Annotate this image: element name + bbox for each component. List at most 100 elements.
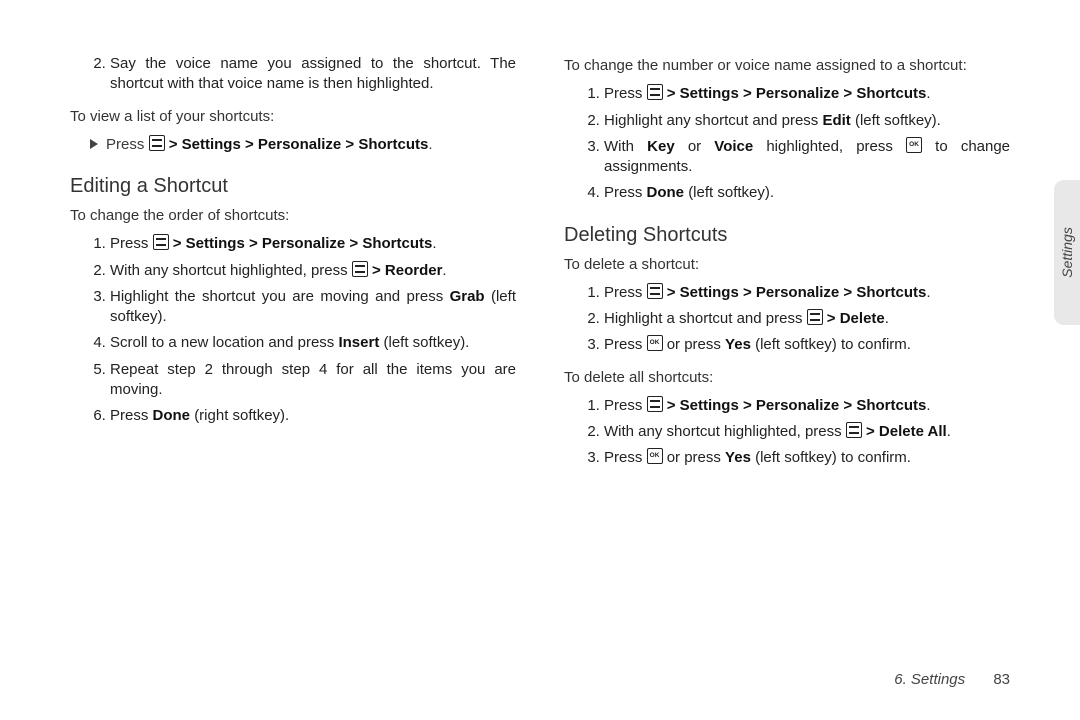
- text: Press: [604, 284, 647, 301]
- text: Press: [106, 136, 149, 153]
- right-column: To change the number or voice name assig…: [564, 50, 1010, 481]
- key-bold: Key: [647, 138, 675, 155]
- list-item: Press > Settings > Personalize > Shortcu…: [110, 234, 516, 254]
- menu-path: > Settings > Personalize > Shortcuts: [173, 235, 433, 252]
- reorder-bold: > Reorder: [372, 262, 442, 279]
- side-section-tab: Settings: [1054, 180, 1080, 325]
- delete-one-steps: Press > Settings > Personalize > Shortcu…: [564, 283, 1010, 356]
- text: .: [885, 310, 889, 327]
- bullet-text: Press > Settings > Personalize > Shortcu…: [106, 135, 433, 155]
- text: .: [428, 136, 432, 153]
- list-item: Press or press Yes (left softkey) to con…: [604, 448, 1010, 468]
- done-bold: Done: [647, 184, 685, 201]
- voice-bold: Voice: [714, 138, 753, 155]
- text: Press: [110, 235, 153, 252]
- text: highlighted, press: [766, 138, 906, 155]
- list-item: Press Done (right softkey).: [110, 406, 516, 426]
- text: With any shortcut highlighted, press: [110, 262, 352, 279]
- menu-key-icon: [807, 309, 823, 325]
- page-footer: 6. Settings 83: [894, 670, 1010, 690]
- ok-key-icon: [906, 137, 922, 153]
- text: Press: [604, 336, 647, 353]
- menu-key-icon: [846, 422, 862, 438]
- text: Highlight the shortcut you are moving an…: [110, 288, 450, 305]
- text: .: [926, 397, 930, 414]
- list-item: Repeat step 2 through step 4 for all the…: [110, 360, 516, 401]
- text: (left softkey) to confirm.: [755, 449, 911, 466]
- list-item: Press Done (left softkey).: [604, 183, 1010, 203]
- bullet-press-path: Press > Settings > Personalize > Shortcu…: [90, 135, 516, 155]
- yes-bold: Yes: [725, 449, 751, 466]
- menu-key-icon: [647, 84, 663, 100]
- text: Highlight a shortcut and press: [604, 310, 807, 327]
- list-item: Highlight any shortcut and press Edit (l…: [604, 111, 1010, 131]
- done-bold: Done: [153, 407, 191, 424]
- left-column: Say the voice name you assigned to the s…: [70, 50, 516, 481]
- text: Press: [604, 85, 647, 102]
- text: .: [947, 423, 951, 440]
- insert-bold: Insert: [338, 334, 379, 351]
- text: .: [432, 235, 436, 252]
- delete-all-bold: > Delete All: [866, 423, 947, 440]
- delete-bold: > Delete: [827, 310, 885, 327]
- delete-all-steps: Press > Settings > Personalize > Shortcu…: [564, 396, 1010, 469]
- list-item: With Key or Voice highlighted, press to …: [604, 137, 1010, 178]
- change-order-steps: Press > Settings > Personalize > Shortcu…: [70, 234, 516, 426]
- text: .: [926, 85, 930, 102]
- list-item: Press > Settings > Personalize > Shortcu…: [604, 396, 1010, 416]
- list-item: With any shortcut highlighted, press > D…: [604, 422, 1010, 442]
- text: .: [442, 262, 446, 279]
- text: With: [604, 138, 647, 155]
- two-column-layout: Say the voice name you assigned to the s…: [70, 50, 1010, 481]
- menu-path: > Settings > Personalize > Shortcuts: [667, 397, 927, 414]
- text: Press: [110, 407, 153, 424]
- change-order-lead: To change the order of shortcuts:: [70, 206, 516, 226]
- change-number-lead: To change the number or voice name assig…: [564, 56, 1010, 76]
- menu-key-icon: [352, 261, 368, 277]
- text: .: [926, 284, 930, 301]
- page-number: 83: [993, 671, 1010, 688]
- yes-bold: Yes: [725, 336, 751, 353]
- menu-key-icon: [153, 234, 169, 250]
- menu-key-icon: [647, 396, 663, 412]
- list-item: Press > Settings > Personalize > Shortcu…: [604, 283, 1010, 303]
- side-tab-label: Settings: [1058, 227, 1077, 278]
- footer-section-label: 6. Settings: [894, 671, 965, 688]
- triangle-bullet-icon: [90, 139, 98, 149]
- text: (left softkey).: [855, 112, 941, 129]
- manual-page: Say the voice name you assigned to the s…: [0, 0, 1080, 720]
- list-item: Highlight a shortcut and press > Delete.: [604, 309, 1010, 329]
- heading-deleting-shortcuts: Deleting Shortcuts: [564, 222, 1010, 249]
- menu-path: > Settings > Personalize > Shortcuts: [169, 136, 429, 153]
- text: (left softkey) to confirm.: [755, 336, 911, 353]
- text: or: [688, 138, 714, 155]
- ok-key-icon: [647, 448, 663, 464]
- grab-bold: Grab: [450, 288, 485, 305]
- list-item: Highlight the shortcut you are moving an…: [110, 287, 516, 328]
- text: (left softkey).: [688, 184, 774, 201]
- delete-all-lead: To delete all shortcuts:: [564, 368, 1010, 388]
- text: or press: [667, 336, 725, 353]
- text: Press: [604, 184, 647, 201]
- continued-list: Say the voice name you assigned to the s…: [70, 54, 516, 95]
- menu-key-icon: [647, 283, 663, 299]
- change-number-steps: Press > Settings > Personalize > Shortcu…: [564, 84, 1010, 203]
- text: Press: [604, 397, 647, 414]
- text: (left softkey).: [384, 334, 470, 351]
- edit-bold: Edit: [822, 112, 850, 129]
- text: Scroll to a new location and press: [110, 334, 338, 351]
- text: With any shortcut highlighted, press: [604, 423, 846, 440]
- heading-editing-shortcut: Editing a Shortcut: [70, 173, 516, 200]
- list-item: Say the voice name you assigned to the s…: [110, 54, 516, 95]
- text: or press: [667, 449, 725, 466]
- delete-one-lead: To delete a shortcut:: [564, 255, 1010, 275]
- list-item: Press or press Yes (left softkey) to con…: [604, 335, 1010, 355]
- text: (right softkey).: [194, 407, 289, 424]
- view-list-lead: To view a list of your shortcuts:: [70, 107, 516, 127]
- menu-key-icon: [149, 135, 165, 151]
- text: Press: [604, 449, 647, 466]
- ok-key-icon: [647, 335, 663, 351]
- list-item: Press > Settings > Personalize > Shortcu…: [604, 84, 1010, 104]
- menu-path: > Settings > Personalize > Shortcuts: [667, 284, 927, 301]
- list-item: With any shortcut highlighted, press > R…: [110, 261, 516, 281]
